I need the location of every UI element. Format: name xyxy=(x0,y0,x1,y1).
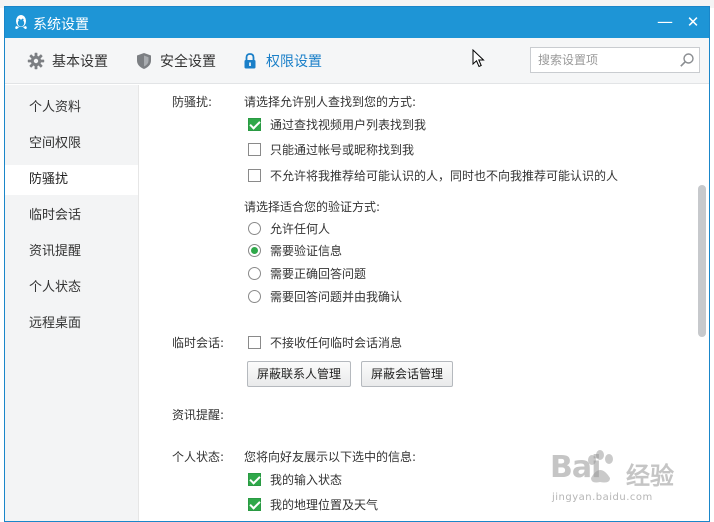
option-label: 需要正确回答问题 xyxy=(270,266,367,281)
anti-harassment-label: 防骚扰: xyxy=(172,95,213,109)
sidebar-item-remote-desktop[interactable]: 远程桌面 xyxy=(5,309,138,339)
verify-option-correct-answer[interactable]: 需要正确回答问题 xyxy=(248,265,366,281)
temp-session-option-block-all[interactable]: 不接收任何临时会话消息 xyxy=(248,334,402,350)
tab-basic-settings[interactable]: 基本设置 xyxy=(27,38,108,84)
option-label: 我的输入状态 xyxy=(270,472,343,487)
window-title: 系统设置 xyxy=(33,17,89,33)
baidu-jingyan-watermark: Bai 经验 jingyan.baidu.com xyxy=(544,440,710,516)
verify-method-prompt: 请选择适合您的验证方式: xyxy=(244,200,381,214)
status-option-typing[interactable]: 我的输入状态 xyxy=(248,471,342,487)
checkbox[interactable] xyxy=(248,497,261,511)
personal-status-label: 个人状态: xyxy=(172,450,225,464)
tab-security-settings[interactable]: 安全设置 xyxy=(135,38,216,84)
search-input[interactable] xyxy=(531,48,671,72)
option-label: 需要回答问题并由我确认 xyxy=(270,289,403,304)
tab-permission-settings[interactable]: 权限设置 xyxy=(241,38,322,84)
status-option-location-weather[interactable]: 我的地理位置及天气 xyxy=(248,496,378,512)
scrollbar-thumb[interactable] xyxy=(698,185,706,337)
checkbox[interactable] xyxy=(248,168,261,182)
tab-security-settings-label: 安全设置 xyxy=(160,54,216,70)
watermark-url: jingyan.baidu.com xyxy=(552,492,653,503)
find-option-video-list[interactable]: 通过查找视频用户列表找到我 xyxy=(248,116,426,132)
temp-session-label: 临时会话: xyxy=(172,336,225,350)
sidebar-item-temp-session[interactable]: 临时会话 xyxy=(5,201,138,231)
search-box[interactable] xyxy=(530,47,700,73)
close-button[interactable]: ✕ xyxy=(681,11,705,33)
sidebar-item-personal-status[interactable]: 个人状态 xyxy=(5,273,138,303)
toolbar: 基本设置 安全设置 权限设置 xyxy=(5,38,709,84)
find-option-no-recommend[interactable]: 不允许将我推荐给可能认识的人，同时也不向我推荐可能认识的人 xyxy=(248,167,618,183)
checkbox[interactable] xyxy=(248,472,261,486)
verify-option-answer-and-confirm[interactable]: 需要回答问题并由我确认 xyxy=(248,288,402,304)
block-sessions-button[interactable]: 屏蔽会话管理 xyxy=(361,361,454,387)
option-label: 需要验证信息 xyxy=(270,243,343,258)
paw-icon xyxy=(588,450,613,483)
option-label: 通过查找视频用户列表找到我 xyxy=(270,117,427,132)
lock-icon xyxy=(244,53,256,69)
radio[interactable] xyxy=(248,243,261,257)
checkbox[interactable] xyxy=(248,117,261,131)
option-label: 不接收任何临时会话消息 xyxy=(270,335,403,350)
mouse-cursor-icon xyxy=(472,49,485,68)
sidebar-item-profile[interactable]: 个人资料 xyxy=(5,93,138,123)
sidebar-item-space-permission[interactable]: 空间权限 xyxy=(5,129,138,159)
sidebar: 个人资料 空间权限 防骚扰 临时会话 资讯提醒 个人状态 远程桌面 xyxy=(5,85,139,521)
option-label: 允许任何人 xyxy=(270,221,331,236)
watermark-brand: 经验 xyxy=(626,462,674,490)
personal-status-prompt: 您将向好友展示以下选中的信息: xyxy=(244,450,417,464)
find-option-account-only[interactable]: 只能通过帐号或昵称找到我 xyxy=(248,141,414,157)
option-label: 只能通过帐号或昵称找到我 xyxy=(270,142,415,157)
title-bar[interactable]: 系统设置 — ✕ xyxy=(5,7,709,38)
block-contacts-button[interactable]: 屏蔽联系人管理 xyxy=(247,361,352,387)
gear-icon xyxy=(27,52,45,70)
search-icon[interactable] xyxy=(679,52,695,68)
verify-option-anyone[interactable]: 允许任何人 xyxy=(248,220,330,236)
sidebar-item-anti-harassment[interactable]: 防骚扰 xyxy=(5,165,138,195)
checkbox[interactable] xyxy=(248,335,261,349)
penguin-icon xyxy=(15,15,27,29)
news-reminder-label: 资讯提醒: xyxy=(172,408,225,422)
find-method-prompt: 请选择允许别人查找到您的方式: xyxy=(244,95,417,109)
sidebar-item-news-reminder[interactable]: 资讯提醒 xyxy=(5,237,138,267)
option-label: 我的地理位置及天气 xyxy=(270,497,379,512)
verify-option-verify-message[interactable]: 需要验证信息 xyxy=(248,242,342,258)
radio[interactable] xyxy=(248,289,261,303)
radio[interactable] xyxy=(248,221,261,235)
shield-icon xyxy=(137,53,151,69)
option-label: 不允许将我推荐给可能认识的人，同时也不向我推荐可能认识的人 xyxy=(270,168,619,183)
tab-basic-settings-label: 基本设置 xyxy=(52,54,108,70)
minimize-button[interactable]: — xyxy=(653,11,677,33)
radio[interactable] xyxy=(248,266,261,280)
checkbox[interactable] xyxy=(248,142,261,156)
tab-permission-settings-label: 权限设置 xyxy=(266,54,322,70)
